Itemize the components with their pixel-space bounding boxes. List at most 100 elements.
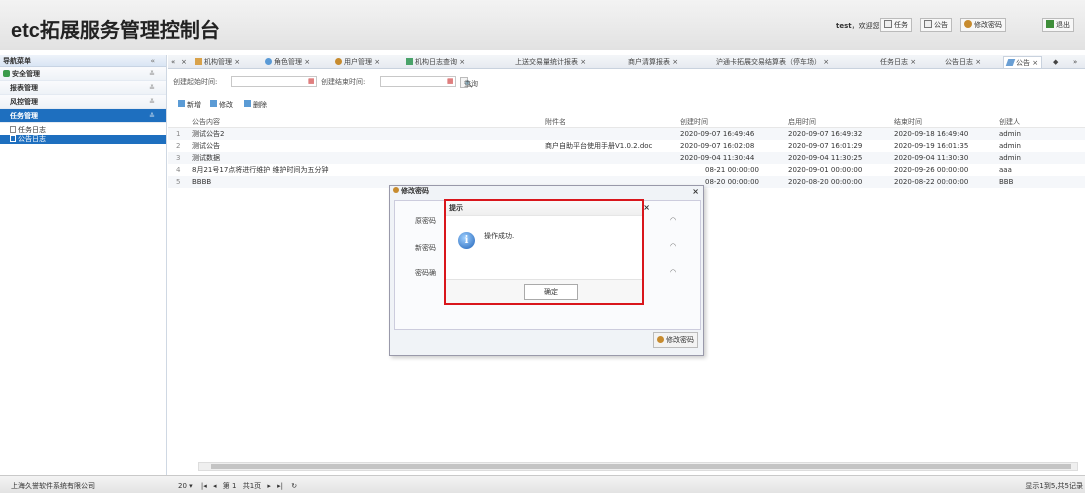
sidebar-item-reports[interactable]: 报表管理 ≚ [0, 81, 166, 95]
alert-buttonbar: 确定 [446, 279, 642, 303]
settings-icon[interactable]: ◆ [1053, 56, 1058, 68]
cell-start: 2020-09-07 16:49:32 [788, 130, 863, 138]
next-page-icon[interactable]: ▸ [267, 482, 271, 490]
change-password-label: 修改密码 [974, 21, 1002, 29]
row-number: 4 [176, 166, 181, 174]
total-pages: 共1页 [242, 482, 262, 490]
delete-button[interactable]: 删除 [244, 100, 267, 109]
cell-content: 测试公告 [192, 142, 220, 150]
chevron-down-icon: ≚ [149, 84, 155, 92]
user-icon [657, 336, 664, 343]
dialog-titlebar: 修改密码 × [390, 186, 703, 197]
table-row[interactable]: 3 测试数据 2020-09-04 11:30:44 2020-09-04 11:30… [168, 152, 1085, 164]
home-icon [195, 58, 202, 65]
tab-task-log[interactable]: 任务日志 × [880, 56, 916, 68]
last-page-icon[interactable]: ▸| [277, 482, 283, 490]
submit-change-password-button[interactable]: 修改密码 [653, 332, 698, 348]
tab-upload-stats[interactable]: 上送交易量统计报表 × [515, 56, 586, 68]
sidebar-item-risk[interactable]: 风控管理 ≚ [0, 95, 166, 109]
shield-icon [3, 70, 10, 77]
sidebar-item-label: 任务管理 [10, 112, 38, 120]
sidebar-subitem-notice-log[interactable]: 公告日志 [0, 135, 166, 144]
old-password-label: 原密码 [415, 217, 436, 225]
sidebar: 导航菜单 « 安全管理 ≚ 报表管理 ≚ 风控管理 ≚ 任务管理 ≙ 任务日志 公告日志 [0, 55, 167, 475]
scrollbar-thumb[interactable] [211, 464, 1071, 469]
close-icon[interactable]: × [692, 186, 699, 197]
tab-role-management[interactable]: 角色管理 × [265, 56, 310, 68]
edit-button[interactable]: 修改 [210, 100, 233, 109]
sidebar-item-label: 安全管理 [12, 70, 40, 78]
welcome-text: test，欢迎您! [836, 21, 882, 31]
tab-notice-log[interactable]: 公告日志 × [945, 56, 981, 68]
page-size-value: 20 [178, 482, 187, 490]
table-row[interactable]: 4 8月21号17点将进行维护 维护时间为五分钟 08-21 00:00:00 202… [168, 164, 1085, 176]
task-button[interactable]: 任务 [880, 18, 912, 32]
cell-start: 2020-09-04 11:30:25 [788, 154, 863, 162]
welcome-label: ，欢迎您! [851, 22, 883, 30]
page-number-input[interactable]: 1 [232, 482, 236, 490]
log-icon [406, 58, 413, 65]
row-number: 5 [176, 178, 181, 186]
tab-label: 公告日志 [945, 58, 973, 66]
eye-icon[interactable]: ◠ [670, 268, 676, 276]
col-creator: 创建人 [999, 118, 1020, 126]
refresh-icon[interactable]: ↻ [291, 482, 297, 490]
edit-icon [210, 100, 217, 107]
add-button[interactable]: 新增 [178, 100, 201, 109]
tab-notice[interactable]: 公告 × [1003, 56, 1043, 68]
collapse-icon[interactable]: « [150, 55, 155, 67]
cell-content: BBBB [192, 178, 212, 186]
sidebar-subitem-task-log[interactable]: 任务日志 [0, 126, 166, 135]
logout-button[interactable]: 退出 [1042, 18, 1074, 32]
cell-content: 测试公告2 [192, 130, 225, 138]
start-time-input[interactable] [231, 76, 317, 87]
tab-merchant-clearing[interactable]: 商户清算报表 × [628, 56, 678, 68]
eye-icon[interactable]: ◠ [670, 242, 676, 250]
tab-parking-settlement[interactable]: 沪通卡拓展交易结算表（停车场） × [716, 56, 829, 68]
first-page-icon[interactable]: |◂ [201, 482, 207, 490]
cell-start: 2020-08-20 00:00:00 [788, 178, 863, 186]
add-label: 新增 [187, 101, 201, 109]
logout-label: 退出 [1056, 21, 1070, 29]
document-icon [10, 126, 16, 133]
eye-icon[interactable]: ◠ [670, 216, 676, 224]
pager: 20 ▾ |◂ ◂ 第 1 共1页 ▸ ▸| ↻ [178, 481, 297, 491]
sidebar-item-tasks[interactable]: 任务管理 ≙ [0, 109, 166, 123]
calendar-icon[interactable]: ▦ [308, 77, 315, 85]
cell-end: 2020-09-18 16:49:40 [894, 130, 969, 138]
query-button[interactable]: 🔍 查询 [460, 77, 478, 88]
table-row[interactable]: 2 测试公告 商户自助平台使用手册V1.0.2.doc 2020-09-07 16:0… [168, 140, 1085, 152]
notice-button[interactable]: 公告 [920, 18, 952, 32]
sidebar-item-security[interactable]: 安全管理 ≚ [0, 67, 166, 81]
tab-label: 沪通卡拓展交易结算表（停车场） [716, 58, 821, 66]
tab-label: 上送交易量统计报表 [515, 58, 578, 66]
sidebar-subitem-label: 任务日志 [18, 126, 46, 134]
change-password-button[interactable]: 修改密码 [960, 18, 1006, 32]
cell-created: 2020-09-07 16:49:46 [680, 130, 755, 138]
end-time-input[interactable] [380, 76, 456, 87]
calendar-icon[interactable]: ▦ [447, 77, 454, 85]
prev-page-icon[interactable]: ◂ [213, 482, 217, 490]
tab-scroll-left[interactable]: « [171, 56, 175, 68]
pencil-icon [1005, 59, 1016, 66]
username: test [836, 22, 852, 30]
alert-message: 操作成功. [484, 232, 515, 240]
tab-scroll-right[interactable]: » [1073, 56, 1077, 68]
delete-icon [244, 100, 251, 107]
task-icon [884, 20, 892, 28]
page-size-select[interactable]: 20 ▾ [178, 482, 193, 490]
cell-creator: admin [999, 130, 1021, 138]
new-password-label: 新密码 [415, 244, 436, 252]
horizontal-scrollbar[interactable] [198, 462, 1078, 471]
ok-button[interactable]: 确定 [524, 284, 578, 300]
tab-org-management[interactable]: 机构管理 × [195, 56, 240, 68]
tab-org-log[interactable]: 机构日志查询 × [406, 56, 465, 68]
close-icon[interactable]: × [643, 200, 650, 215]
tab-label: 机构管理 [204, 58, 232, 66]
edit-label: 修改 [219, 101, 233, 109]
alert-title: 提示 [449, 204, 463, 212]
document-icon [10, 135, 16, 142]
tab-close-icon[interactable]: × [181, 56, 187, 68]
tab-user-management[interactable]: 用户管理 × [335, 56, 380, 68]
table-row[interactable]: 1 测试公告2 2020-09-07 16:49:46 2020-09-07 16:4… [168, 128, 1085, 140]
